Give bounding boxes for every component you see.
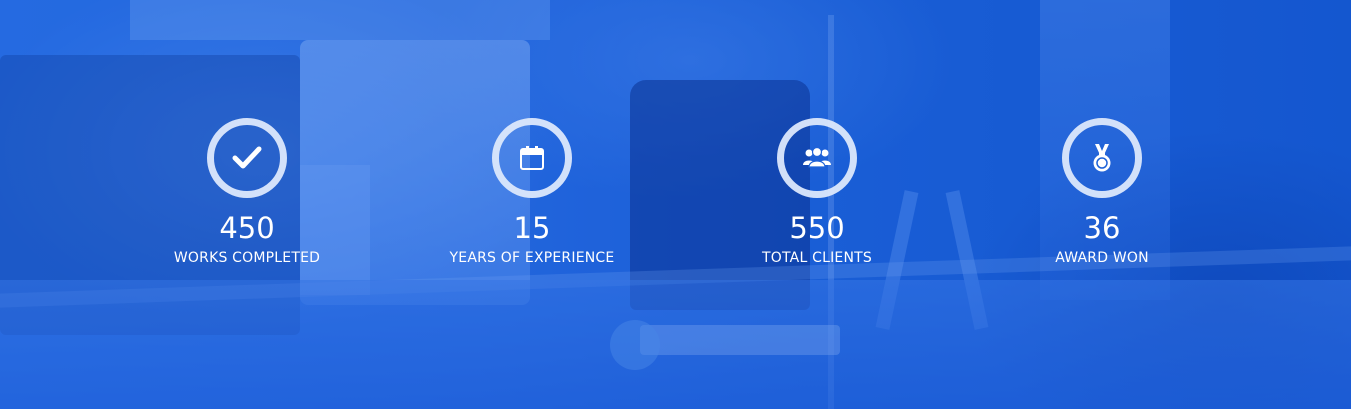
stat-works-completed: 450 WORKS COMPLETED <box>137 118 357 267</box>
stat-label: WORKS COMPLETED <box>173 250 321 266</box>
stat-label: YEARS OF EXPERIENCE <box>449 250 615 266</box>
stat-value: 15 <box>513 211 551 245</box>
stat-icon-ring <box>492 118 572 198</box>
stats-row: 450 WORKS COMPLETED 15 YEARS OF EXPERIEN… <box>0 0 1351 409</box>
stat-award-won: 36 AWARD WON <box>992 118 1212 267</box>
stat-total-clients: 550 TOTAL CLIENTS <box>707 118 927 267</box>
stat-value: 550 <box>789 211 845 245</box>
users-icon <box>803 147 831 169</box>
check-icon <box>232 145 262 171</box>
calendar-icon <box>519 145 545 171</box>
medal-icon <box>1091 143 1113 173</box>
stat-icon-ring <box>1062 118 1142 198</box>
stat-label: AWARD WON <box>1055 250 1149 266</box>
stat-years-of-experience: 15 YEARS OF EXPERIENCE <box>422 118 642 267</box>
stat-icon-ring <box>777 118 857 198</box>
stats-section: 450 WORKS COMPLETED 15 YEARS OF EXPERIEN… <box>0 0 1351 409</box>
stat-label: TOTAL CLIENTS <box>762 250 872 266</box>
stat-value: 450 <box>219 211 275 245</box>
stat-value: 36 <box>1083 211 1121 245</box>
stat-icon-ring <box>207 118 287 198</box>
